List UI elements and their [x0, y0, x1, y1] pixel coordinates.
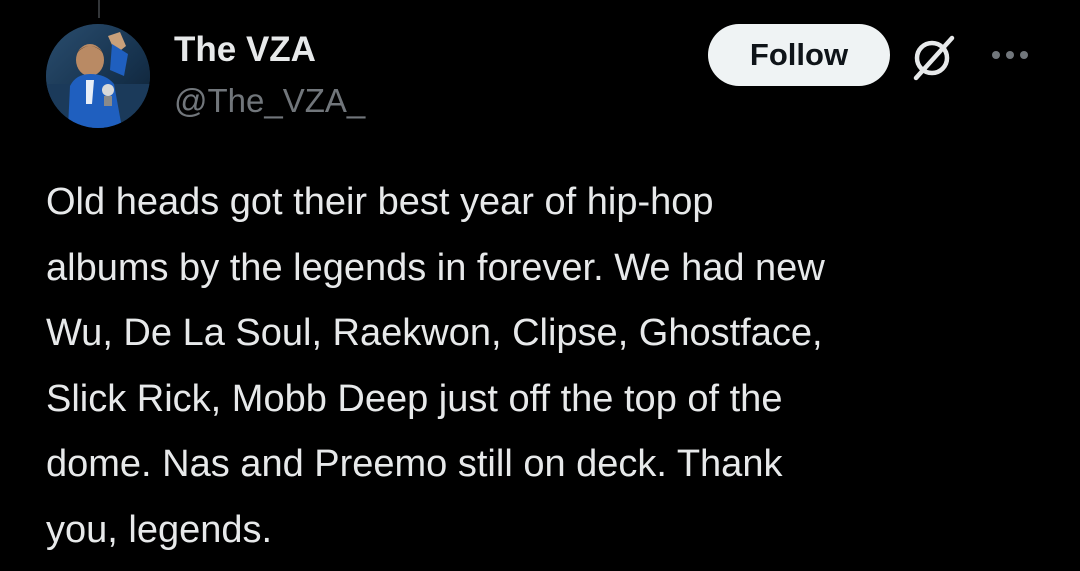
thread-connector-line	[98, 0, 100, 18]
tweet-text-line: Slick Rick, Mobb Deep just off the top o…	[46, 377, 783, 420]
avatar[interactable]	[46, 24, 150, 128]
tweet-text-line: dome. Nas and Preemo still on deck. Than…	[46, 443, 783, 485]
tweet-text: Old heads got their best year of hip-hop…	[46, 170, 1046, 563]
tweet-text-line: albums by the legends in forever. We had…	[46, 246, 825, 289]
tweet-text-line: Wu, De La Soul, Raekwon, Clipse, Ghostfa…	[46, 312, 823, 354]
tweet-text-line: you, legends.	[46, 508, 273, 551]
grok-icon[interactable]	[906, 30, 960, 84]
more-dots	[992, 51, 1028, 59]
author-name[interactable]: The VZA	[174, 28, 316, 72]
author-handle[interactable]: @The_VZA_	[174, 80, 365, 122]
avatar-image	[46, 24, 150, 128]
more-horizontal-icon[interactable]	[990, 48, 1030, 62]
follow-button[interactable]: Follow	[708, 24, 890, 86]
grok-icon-glyph	[913, 35, 955, 81]
tweet-text-line: Old heads got their best year of hip-hop	[46, 181, 714, 223]
